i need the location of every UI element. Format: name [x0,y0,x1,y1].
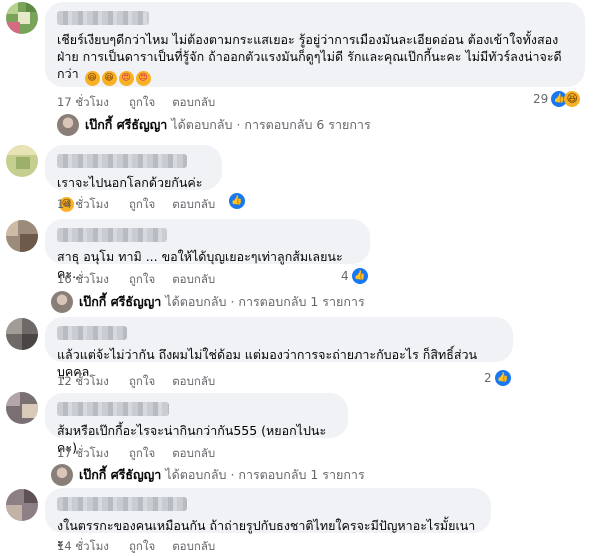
reply-link[interactable]: ตอบกลับ [172,95,215,109]
reply-link[interactable]: ตอบกลับ [172,374,215,388]
view-replies[interactable]: เป๊กกี้ ศรีธัญญา ได้ตอบกลับ · การตอบกลับ… [51,464,365,486]
comment-time[interactable]: 17 ชั่วโมง [57,446,109,460]
comment-time[interactable]: 16 ชั่วโมง [57,272,109,286]
comment-bubble: ส้มหรือเป๊กกี้อะไรจะน่ากินกว่ากัน555 (หย… [45,393,348,455]
replier-name: เป๊กกี้ ศรีธัญญา [79,294,162,309]
comment-meta: 16 ชั่วโมง ถูกใจ ตอบกลับ [57,271,232,289]
reaction-summary[interactable]: 2 👍 [484,370,511,386]
like-reaction-icon: 👍 [494,370,511,386]
comment-time[interactable]: 14 ชั่วโมง [57,197,109,211]
commenter-avatar[interactable] [6,145,38,177]
reaction-count: 29 [533,92,549,106]
replier-avatar [51,464,73,486]
comment-meta: 14 ชั่วโมง ถูกใจ ตอบกลับ [57,538,232,556]
view-replies[interactable]: เป๊กกี้ ศรีธัญญา ได้ตอบกลับ · การตอบกลับ… [51,291,365,313]
commenter-avatar[interactable] [6,220,38,252]
commenter-name-blurred[interactable] [57,497,187,511]
comment-meta: 17 ชั่วโมง ถูกใจ ตอบกลับ [57,94,232,112]
reaction-summary[interactable]: 👍 [229,193,245,209]
comment-time[interactable]: 12 ชั่วโมง [57,374,109,388]
comment-meta: 14 ชั่วโมง ถูกใจ ตอบกลับ [57,196,232,214]
like-reaction-icon: 👍 [351,268,368,284]
view-replies[interactable]: เป๊กกี้ ศรีธัญญา ได้ตอบกลับ · การตอบกลับ… [57,114,371,136]
reply-link[interactable]: ตอบกลับ [172,446,215,460]
heart-eyes-emoji-icon: 😍 [118,71,134,86]
reply-count: · การตอบกลับ 1 รายการ [230,467,365,482]
reaction-summary[interactable]: 4 👍 [341,268,368,284]
comment-time[interactable]: 14 ชั่วโมง [57,539,109,553]
reply-link[interactable]: ตอบกลับ [172,539,215,553]
comment-bubble: สาธุ อนุโม ทามิ ... ขอให้ได้บุญเยอะๆเท่า… [45,219,370,281]
comment-bubble: เชียร์เงียบๆดีกว่าไหม ไม่ต้องตามกระแสเยอ… [45,2,585,87]
like-link[interactable]: ถูกใจ [129,374,155,388]
comment-text: เชียร์เงียบๆดีกว่าไหม ไม่ต้องตามกระแสเยอ… [57,31,573,86]
comment-bubble: งในตรรกะของคนเหมือนกัน ถ้าถ่ายรูปกับธงชา… [45,488,491,550]
comment-bubble: เราจะไปนอกโลกด้วยกันค่ะ😆 [45,145,222,212]
reply-action: ได้ตอบกลับ [165,467,227,482]
reply-action: ได้ตอบกลับ [171,117,233,132]
haha-reaction-icon: 😆 [564,91,581,107]
replier-avatar [51,291,73,313]
replier-name: เป๊กกี้ ศรีธัญญา [85,117,168,132]
like-link[interactable]: ถูกใจ [129,197,155,211]
commenter-avatar[interactable] [6,318,38,350]
reaction-summary[interactable]: 29 👍 😆 [533,91,581,107]
comment-meta: 17 ชั่วโมง ถูกใจ ตอบกลับ [57,445,232,463]
like-link[interactable]: ถูกใจ [129,272,155,286]
reply-count: · การตอบกลับ 1 รายการ [230,294,365,309]
haha-emoji-icon: 😆 [84,71,100,86]
like-reaction-icon: 👍 [229,193,245,209]
replier-avatar [57,114,79,136]
commenter-name-blurred[interactable] [57,154,187,168]
commenter-name-blurred[interactable] [57,11,149,25]
commenter-name-blurred[interactable] [57,326,127,340]
reply-link[interactable]: ตอบกลับ [172,272,215,286]
reply-link[interactable]: ตอบกลับ [172,197,215,211]
comment-time[interactable]: 17 ชั่วโมง [57,95,109,109]
replier-name: เป๊กกี้ ศรีธัญญา [79,467,162,482]
reaction-count: 4 [341,269,349,283]
like-link[interactable]: ถูกใจ [129,446,155,460]
comment-meta: 12 ชั่วโมง ถูกใจ ตอบกลับ [57,373,232,391]
comment-bubble: แล้วแต่จ้ะไม่ว่ากัน ถึงผมไม่ใช่ด้อม แต่ม… [45,317,513,379]
reaction-count: 2 [484,371,492,385]
commenter-name-blurred[interactable] [57,228,167,242]
haha-emoji-icon: 😆 [101,71,117,86]
commenter-avatar[interactable] [6,392,38,424]
heart-eyes-emoji-icon: 😍 [135,71,151,86]
like-link[interactable]: ถูกใจ [129,539,155,553]
commenter-avatar[interactable] [6,489,38,521]
commenter-avatar[interactable] [6,2,38,34]
commenter-name-blurred[interactable] [57,402,169,416]
reply-action: ได้ตอบกลับ [165,294,227,309]
reply-count: · การตอบกลับ 6 รายการ [236,117,371,132]
like-link[interactable]: ถูกใจ [129,95,155,109]
